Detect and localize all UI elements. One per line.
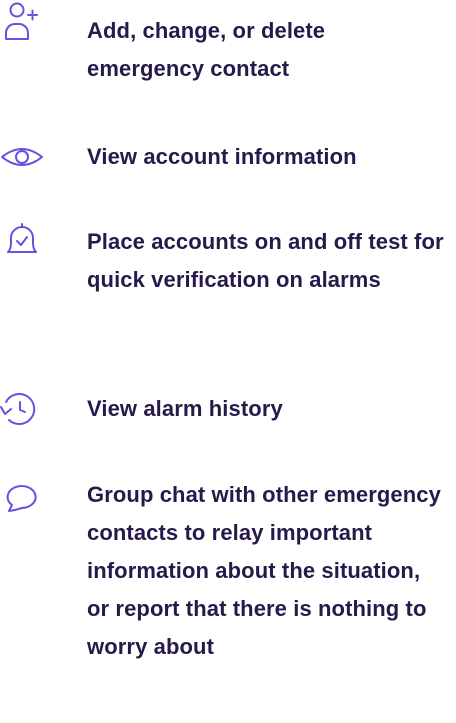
- chat-bubble-icon: [0, 475, 50, 515]
- history-icon: [0, 390, 50, 430]
- bell-check-icon: [0, 222, 50, 262]
- feature-text: Place accounts on and off test for quick…: [87, 229, 444, 292]
- feature-text: View alarm history: [87, 396, 283, 421]
- add-user-icon: [0, 0, 50, 40]
- eye-icon: [0, 137, 50, 177]
- feature-list: Add, change, or delete emergency contact…: [0, 0, 456, 723]
- feature-text: Group chat with other emergency contacts…: [87, 482, 441, 659]
- feature-text: Add, change, or delete emergency contact: [87, 18, 326, 81]
- feature-text: View account information: [87, 144, 357, 169]
